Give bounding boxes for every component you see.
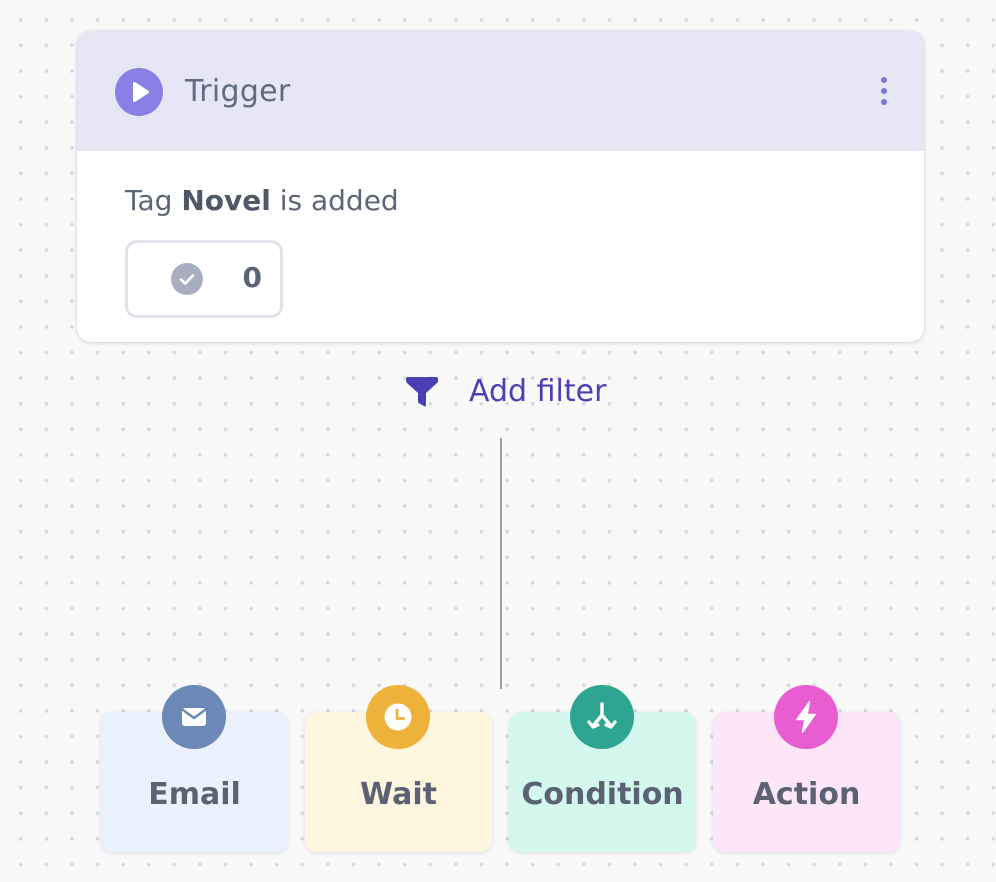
trigger-description-prefix: Tag: [125, 184, 173, 217]
step-label-condition: Condition: [521, 777, 684, 812]
trigger-tag-name: Novel: [181, 184, 271, 217]
filter-funnel-icon: [406, 377, 438, 407]
step-label-action: Action: [752, 777, 861, 812]
step-option-condition[interactable]: Condition: [509, 685, 696, 852]
kebab-menu-icon[interactable]: [874, 77, 894, 107]
connector-line: [500, 438, 502, 689]
completed-count-badge[interactable]: 0: [125, 240, 283, 318]
step-option-email[interactable]: Email: [101, 685, 288, 852]
trigger-description: Tag Novel is added: [125, 181, 399, 221]
step-label-wait: Wait: [360, 777, 437, 812]
trigger-title: Trigger: [185, 74, 291, 109]
clock-icon: [366, 685, 430, 749]
step-label-email: Email: [148, 777, 241, 812]
envelope-icon: [162, 685, 226, 749]
check-circle-icon: [171, 263, 203, 295]
branch-icon: [570, 685, 634, 749]
step-option-wait[interactable]: Wait: [305, 685, 492, 852]
trigger-card[interactable]: Trigger Tag Novel is added 0: [77, 31, 924, 342]
play-icon: [115, 68, 163, 116]
completed-count-value: 0: [242, 261, 262, 294]
trigger-description-suffix: is added: [279, 184, 399, 217]
lightning-icon: [774, 685, 838, 749]
add-filter-label: Add filter: [469, 374, 607, 409]
trigger-header: Trigger: [77, 31, 924, 151]
step-option-action[interactable]: Action: [713, 685, 900, 852]
